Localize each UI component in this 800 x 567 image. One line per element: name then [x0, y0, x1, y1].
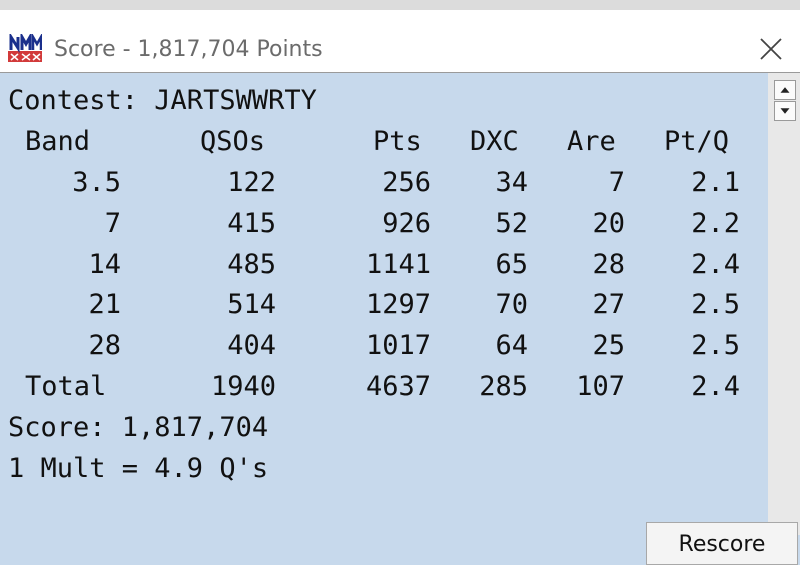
table-cell: 65: [495, 249, 528, 280]
table-cell: 415: [227, 208, 276, 239]
table-cell: 926: [382, 208, 431, 239]
header-ptq: Pt/Q: [664, 126, 730, 157]
header-qsos: QSOs: [200, 126, 266, 157]
mult-line: 1 Mult = 4.9 Q's: [8, 453, 269, 484]
table-cell: 1940: [210, 371, 276, 402]
table-cell: 27: [592, 289, 625, 320]
table-cell: 14: [88, 249, 121, 280]
table-cell: 28: [88, 330, 121, 361]
table-cell: 34: [495, 167, 528, 198]
scroll-up-icon[interactable]: [774, 80, 796, 100]
total-label: Total: [25, 371, 107, 402]
header-dxc: DXC: [470, 126, 519, 157]
close-icon[interactable]: [752, 32, 790, 66]
vertical-scrollbar[interactable]: [768, 73, 800, 535]
table-cell: 1297: [365, 289, 431, 320]
contest-line: Contest: JARTSWWRTY: [8, 85, 317, 116]
table-cell: 25: [592, 330, 625, 361]
rescore-button[interactable]: Rescore: [646, 522, 798, 565]
app-logo-icon: [8, 34, 42, 62]
header-are: Are: [567, 126, 616, 157]
window-title: Score - 1,817,704 Points: [54, 37, 323, 62]
table-cell: 3.5: [72, 167, 121, 198]
score-line: Score: 1,817,704: [8, 412, 269, 443]
table-cell: 107: [576, 371, 625, 402]
title-bar[interactable]: Score - 1,817,704 Points: [0, 10, 800, 73]
score-window: Score - 1,817,704 Points Contest: JARTSW…: [0, 0, 800, 565]
table-cell: 28: [592, 249, 625, 280]
table-cell: 7: [608, 167, 625, 198]
table-cell: 64: [495, 330, 528, 361]
window-top-strip: [0, 0, 800, 10]
table-cell: 2.1: [691, 167, 740, 198]
table-cell: 122: [227, 167, 276, 198]
table-cell: 2.5: [691, 330, 740, 361]
table-cell: 514: [227, 289, 276, 320]
table-cell: 2.4: [691, 249, 740, 280]
scroll-down-icon[interactable]: [774, 101, 796, 121]
table-cell: 2.2: [691, 208, 740, 239]
table-cell: 2.5: [691, 289, 740, 320]
table-cell: 70: [495, 289, 528, 320]
table-cell: 2.4: [691, 371, 740, 402]
table-cell: 7: [104, 208, 121, 239]
header-pts: Pts: [373, 126, 422, 157]
table-cell: 21: [88, 289, 121, 320]
table-cell: 20: [592, 208, 625, 239]
score-content: Contest: JARTSWWRTY Band QSOs Pts DXC Ar…: [0, 73, 768, 565]
table-cell: 1017: [365, 330, 431, 361]
table-cell: 485: [227, 249, 276, 280]
table-cell: 256: [382, 167, 431, 198]
table-cell: 4637: [365, 371, 431, 402]
table-cell: 404: [227, 330, 276, 361]
table-cell: 1141: [365, 249, 431, 280]
header-band: Band: [25, 126, 91, 157]
table-cell: 52: [495, 208, 528, 239]
table-cell: 285: [479, 371, 528, 402]
